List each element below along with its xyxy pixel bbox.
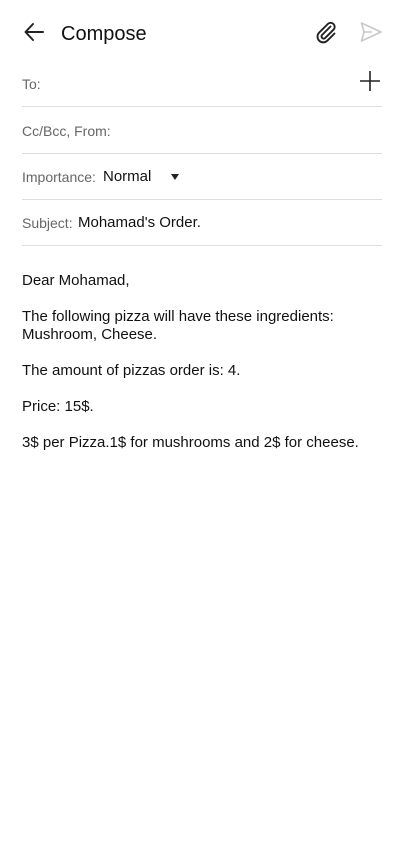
cc-bcc-from-label: Cc/Bcc, From: [22,123,111,139]
importance-label: Importance: [22,169,96,185]
body-line-greeting: Dear Mohamad, [22,272,130,289]
caret-down-icon [171,174,180,180]
body-line-ingredients: The following pizza will have these ingr… [22,308,334,343]
to-row: To: [22,61,382,107]
importance-value: Normal [103,168,152,185]
send-icon [359,20,383,49]
importance-dropdown[interactable]: Normal [103,166,180,188]
body-line-breakdown: 3$ per Pizza.1$ for mushrooms and 2$ for… [22,434,359,451]
body-line-amount: The amount of pizzas order is: 4. [22,362,241,379]
send-button[interactable] [356,19,386,49]
subject-input[interactable]: Mohamad's Order. [78,213,201,233]
subject-label: Subject: [22,215,73,231]
arrow-left-icon [23,21,45,48]
back-button[interactable] [18,18,50,50]
add-recipient-button[interactable] [358,70,382,96]
app-bar: Compose [0,0,405,68]
importance-row: Importance: Normal [22,154,382,200]
body-line-price: Price: 15$. [22,398,94,415]
page-title: Compose [61,23,147,45]
message-body[interactable]: Dear Mohamad, The following pizza will h… [22,272,384,470]
to-label: To: [22,76,41,92]
subject-row: Subject: Mohamad's Order. [22,200,382,246]
plus-icon [360,70,380,96]
paperclip-icon [314,20,338,49]
attach-button[interactable] [311,19,341,49]
cc-bcc-from-row[interactable]: Cc/Bcc, From: [22,108,382,154]
to-input[interactable] [48,69,352,101]
